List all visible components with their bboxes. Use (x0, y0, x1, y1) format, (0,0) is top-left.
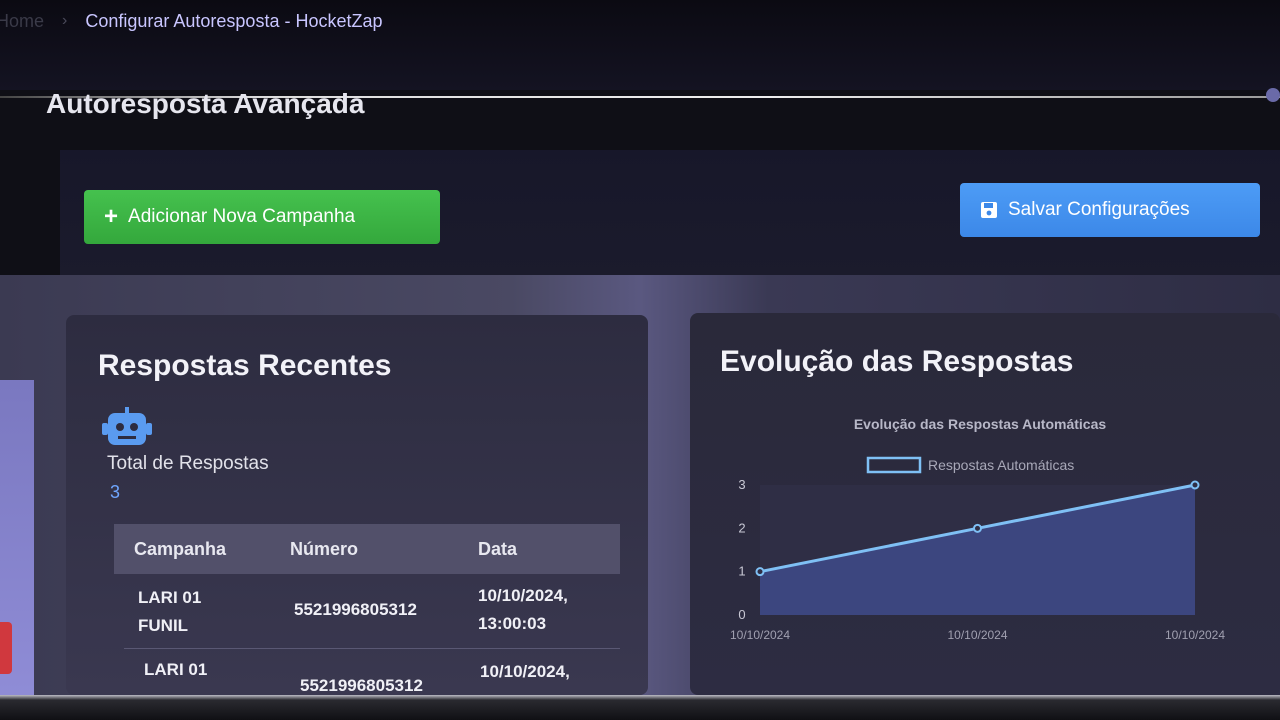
x-tick-label: 10/10/2024 (730, 628, 790, 642)
x-tick-label: 10/10/2024 (947, 628, 1007, 642)
breadcrumb-separator-icon: › (62, 12, 68, 29)
save-settings-button[interactable]: Salvar Configurações (960, 183, 1260, 237)
legend-label[interactable]: Respostas Automáticas (928, 457, 1074, 473)
data-point (973, 523, 982, 533)
table-row[interactable]: LARI 01 FUNIL 5521996805312 10/10/2024, … (114, 584, 620, 648)
monitor-bezel (0, 695, 1280, 720)
column-header-campanha[interactable]: Campanha (134, 539, 226, 560)
evolution-title: Evolução das Respostas (720, 345, 1074, 378)
total-responses-label: Total de Respostas (107, 453, 269, 474)
save-settings-label: Salvar Configurações (1008, 199, 1190, 220)
save-icon (981, 202, 997, 218)
x-tick-label: 10/10/2024 (1165, 628, 1225, 642)
cell-data: 10/10/2024, (478, 586, 568, 605)
recent-responses-title: Respostas Recentes (98, 349, 392, 382)
breadcrumb: Home › Configurar Autoresposta - HocketZ… (0, 8, 383, 34)
robot-icon (102, 407, 152, 445)
total-responses-value: 3 (110, 482, 121, 502)
data-point (1190, 480, 1200, 490)
row-divider (124, 648, 620, 649)
evolution-chart: Evolução das Respostas Automáticas Respo… (730, 416, 1225, 642)
column-header-numero[interactable]: Número (290, 539, 358, 560)
cell-numero: 5521996805312 (294, 600, 417, 619)
page-title: Autoresposta Avançada (46, 88, 365, 119)
column-header-data[interactable]: Data (478, 539, 517, 560)
breadcrumb-current: Configurar Autoresposta - HocketZap (85, 10, 383, 31)
add-campaign-button[interactable]: + Adicionar Nova Campanha (84, 190, 440, 244)
table-header: Campanha Número Data (114, 524, 620, 574)
cell-campanha: LARI 01 (138, 588, 202, 607)
breadcrumb-home-link[interactable]: Home (0, 11, 44, 32)
divider-handle-icon (1266, 88, 1280, 102)
y-tick-label: 0 (738, 607, 745, 622)
table-row[interactable]: LARI 01 5521996805312 10/10/2024, (114, 656, 620, 696)
add-campaign-label: Adicionar Nova Campanha (128, 206, 356, 227)
cell-numero: 5521996805312 (300, 676, 423, 695)
y-tick-label: 3 (738, 477, 745, 492)
plus-icon: + (104, 203, 119, 230)
cell-campanha-line2: FUNIL (138, 616, 189, 635)
cell-campanha: LARI 01 (144, 660, 208, 679)
cell-data: 10/10/2024, (480, 662, 570, 681)
y-tick-label: 1 (738, 564, 745, 579)
cell-data-line2: 13:00:03 (478, 614, 547, 633)
y-tick-label: 2 (738, 520, 745, 535)
sidebar-alert-tab[interactable] (0, 622, 12, 674)
data-point (755, 567, 765, 577)
legend-swatch[interactable] (866, 456, 922, 474)
chart-title: Evolução das Respostas Automáticas (854, 416, 1107, 432)
